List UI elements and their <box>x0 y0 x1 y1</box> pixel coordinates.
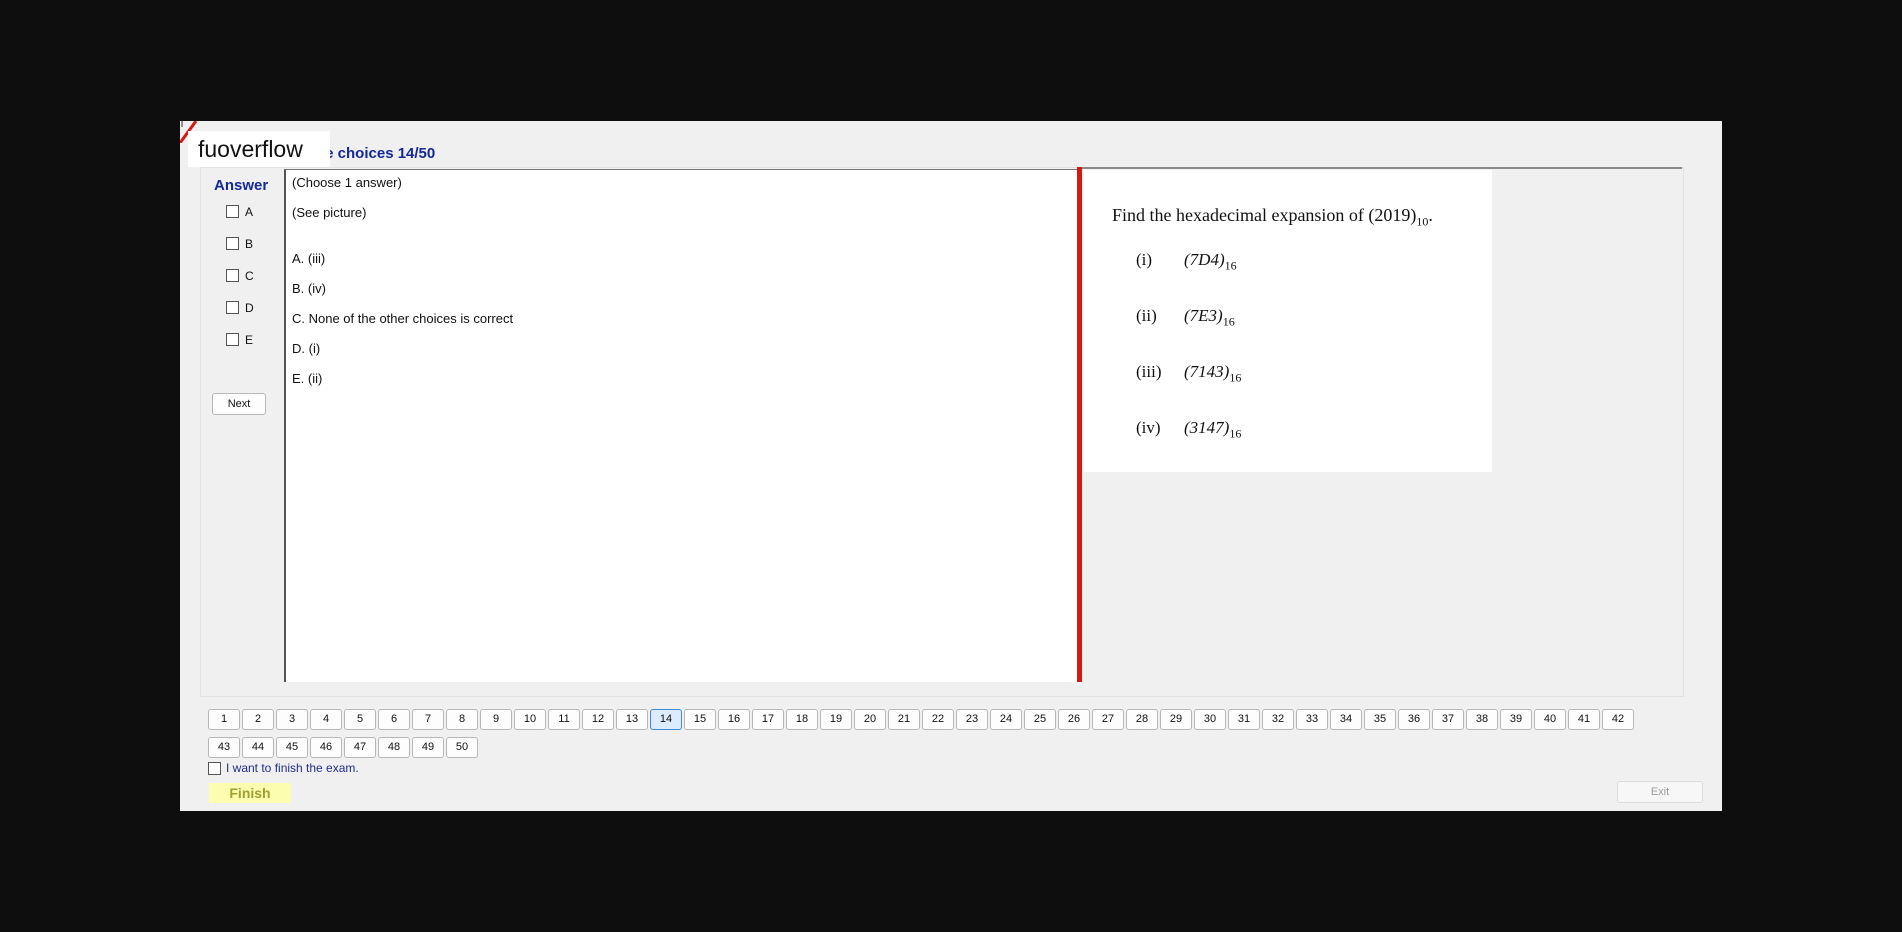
picture-item: (i) (7D4)16 <box>1136 250 1237 273</box>
page-button[interactable]: 31 <box>1228 709 1260 730</box>
page-button[interactable]: 36 <box>1398 709 1430 730</box>
splitter-bar[interactable] <box>1077 167 1082 682</box>
page-button[interactable]: 47 <box>344 737 376 758</box>
page-button[interactable]: 1 <box>208 709 240 730</box>
page-button[interactable]: 12 <box>582 709 614 730</box>
answer-heading: Answer <box>214 177 269 194</box>
page-button[interactable]: 8 <box>446 709 478 730</box>
page-button[interactable]: 50 <box>446 737 478 758</box>
page-button[interactable]: 33 <box>1296 709 1328 730</box>
page-button[interactable]: 49 <box>412 737 444 758</box>
picture-item: (ii) (7E3)16 <box>1136 306 1235 329</box>
checkbox-icon[interactable] <box>208 762 221 776</box>
checkbox-icon[interactable] <box>226 333 239 347</box>
page-button[interactable]: 38 <box>1466 709 1498 730</box>
checkbox-icon[interactable] <box>226 237 239 251</box>
page-button[interactable]: 14 <box>650 709 682 730</box>
option-checkbox-b[interactable]: B <box>226 236 253 254</box>
page-button[interactable]: 29 <box>1160 709 1192 730</box>
page-button[interactable]: 24 <box>990 709 1022 730</box>
choice-text-a: A. (iii) <box>292 251 326 266</box>
choice-text-c: C. None of the other choices is correct <box>292 311 514 326</box>
watermark-logo: fuoverflow <box>188 131 330 167</box>
page-button[interactable]: 34 <box>1330 709 1362 730</box>
page-button[interactable]: 7 <box>412 709 444 730</box>
page-button[interactable]: 25 <box>1024 709 1056 730</box>
page-button[interactable]: 42 <box>1602 709 1634 730</box>
page-button[interactable]: 32 <box>1262 709 1294 730</box>
page-button[interactable]: 40 <box>1534 709 1566 730</box>
finish-button[interactable]: Finish <box>209 783 291 803</box>
page-button[interactable]: 6 <box>378 709 410 730</box>
option-label: C <box>245 268 254 283</box>
page-button[interactable]: 21 <box>888 709 920 730</box>
checkbox-icon[interactable] <box>226 301 239 315</box>
page-button[interactable]: 43 <box>208 737 240 758</box>
picture-item: (iv) (3147)16 <box>1136 418 1242 441</box>
page-button[interactable]: 9 <box>480 709 512 730</box>
option-label: B <box>245 236 254 251</box>
page-title: le choices 14/50 <box>321 145 436 162</box>
checkbox-icon[interactable] <box>226 205 239 219</box>
option-checkbox-c[interactable]: C <box>226 268 254 286</box>
page-button[interactable]: 17 <box>752 709 784 730</box>
page-button[interactable]: 4 <box>310 709 342 730</box>
page-button[interactable]: 44 <box>242 737 274 758</box>
divider <box>1082 167 1682 169</box>
checkbox-icon[interactable] <box>226 269 239 283</box>
page-button[interactable]: 5 <box>344 709 376 730</box>
page-button[interactable]: 30 <box>1194 709 1226 730</box>
page-button[interactable]: 46 <box>310 737 342 758</box>
picture-question-text: Find the hexadecimal expansion of (2019)… <box>1112 205 1433 229</box>
choice-text-d: D. (i) <box>292 341 321 356</box>
page-button[interactable]: 23 <box>956 709 988 730</box>
page-button[interactable]: 11 <box>548 709 580 730</box>
question-instruction: (Choose 1 answer) <box>292 175 402 190</box>
page-button[interactable]: 15 <box>684 709 716 730</box>
choice-text-e: E. (ii) <box>292 371 323 386</box>
option-label: D <box>245 300 254 315</box>
page-button[interactable]: 13 <box>616 709 648 730</box>
question-picture: Find the hexadecimal expansion of (2019)… <box>1084 170 1492 472</box>
page-button[interactable]: 18 <box>786 709 818 730</box>
choice-text-b: B. (iv) <box>292 281 326 296</box>
page-button[interactable]: 35 <box>1364 709 1396 730</box>
page-button[interactable]: 39 <box>1500 709 1532 730</box>
picture-item: (iii) (7143)16 <box>1136 362 1242 385</box>
exam-window: le choices 14/50 fuoverflow Answer A B C… <box>180 121 1722 811</box>
page-button[interactable]: 22 <box>922 709 954 730</box>
option-label: A <box>245 204 254 219</box>
page-button[interactable]: 27 <box>1092 709 1124 730</box>
finish-confirm-label: I want to finish the exam. <box>226 761 359 775</box>
page-button[interactable]: 20 <box>854 709 886 730</box>
page-button[interactable]: 3 <box>276 709 308 730</box>
next-button[interactable]: Next <box>212 393 266 415</box>
page-button[interactable]: 37 <box>1432 709 1464 730</box>
option-label: E <box>245 332 254 347</box>
option-checkbox-e[interactable]: E <box>226 332 253 350</box>
page-button[interactable]: 19 <box>820 709 852 730</box>
page-button[interactable]: 16 <box>718 709 750 730</box>
page-button[interactable]: 41 <box>1568 709 1600 730</box>
exit-button[interactable]: Exit <box>1617 781 1703 803</box>
option-checkbox-d[interactable]: D <box>226 300 254 318</box>
page-button[interactable]: 45 <box>276 737 308 758</box>
question-textbox[interactable]: (Choose 1 answer) (See picture) A. (iii)… <box>284 169 1078 682</box>
option-checkbox-a[interactable]: A <box>226 204 253 222</box>
finish-confirm-checkbox[interactable]: I want to finish the exam. <box>208 761 359 776</box>
page-button[interactable]: 2 <box>242 709 274 730</box>
page-button[interactable]: 26 <box>1058 709 1090 730</box>
page-button[interactable]: 28 <box>1126 709 1158 730</box>
question-note: (See picture) <box>292 205 367 220</box>
page-button[interactable]: 10 <box>514 709 546 730</box>
page-button[interactable]: 48 <box>378 737 410 758</box>
